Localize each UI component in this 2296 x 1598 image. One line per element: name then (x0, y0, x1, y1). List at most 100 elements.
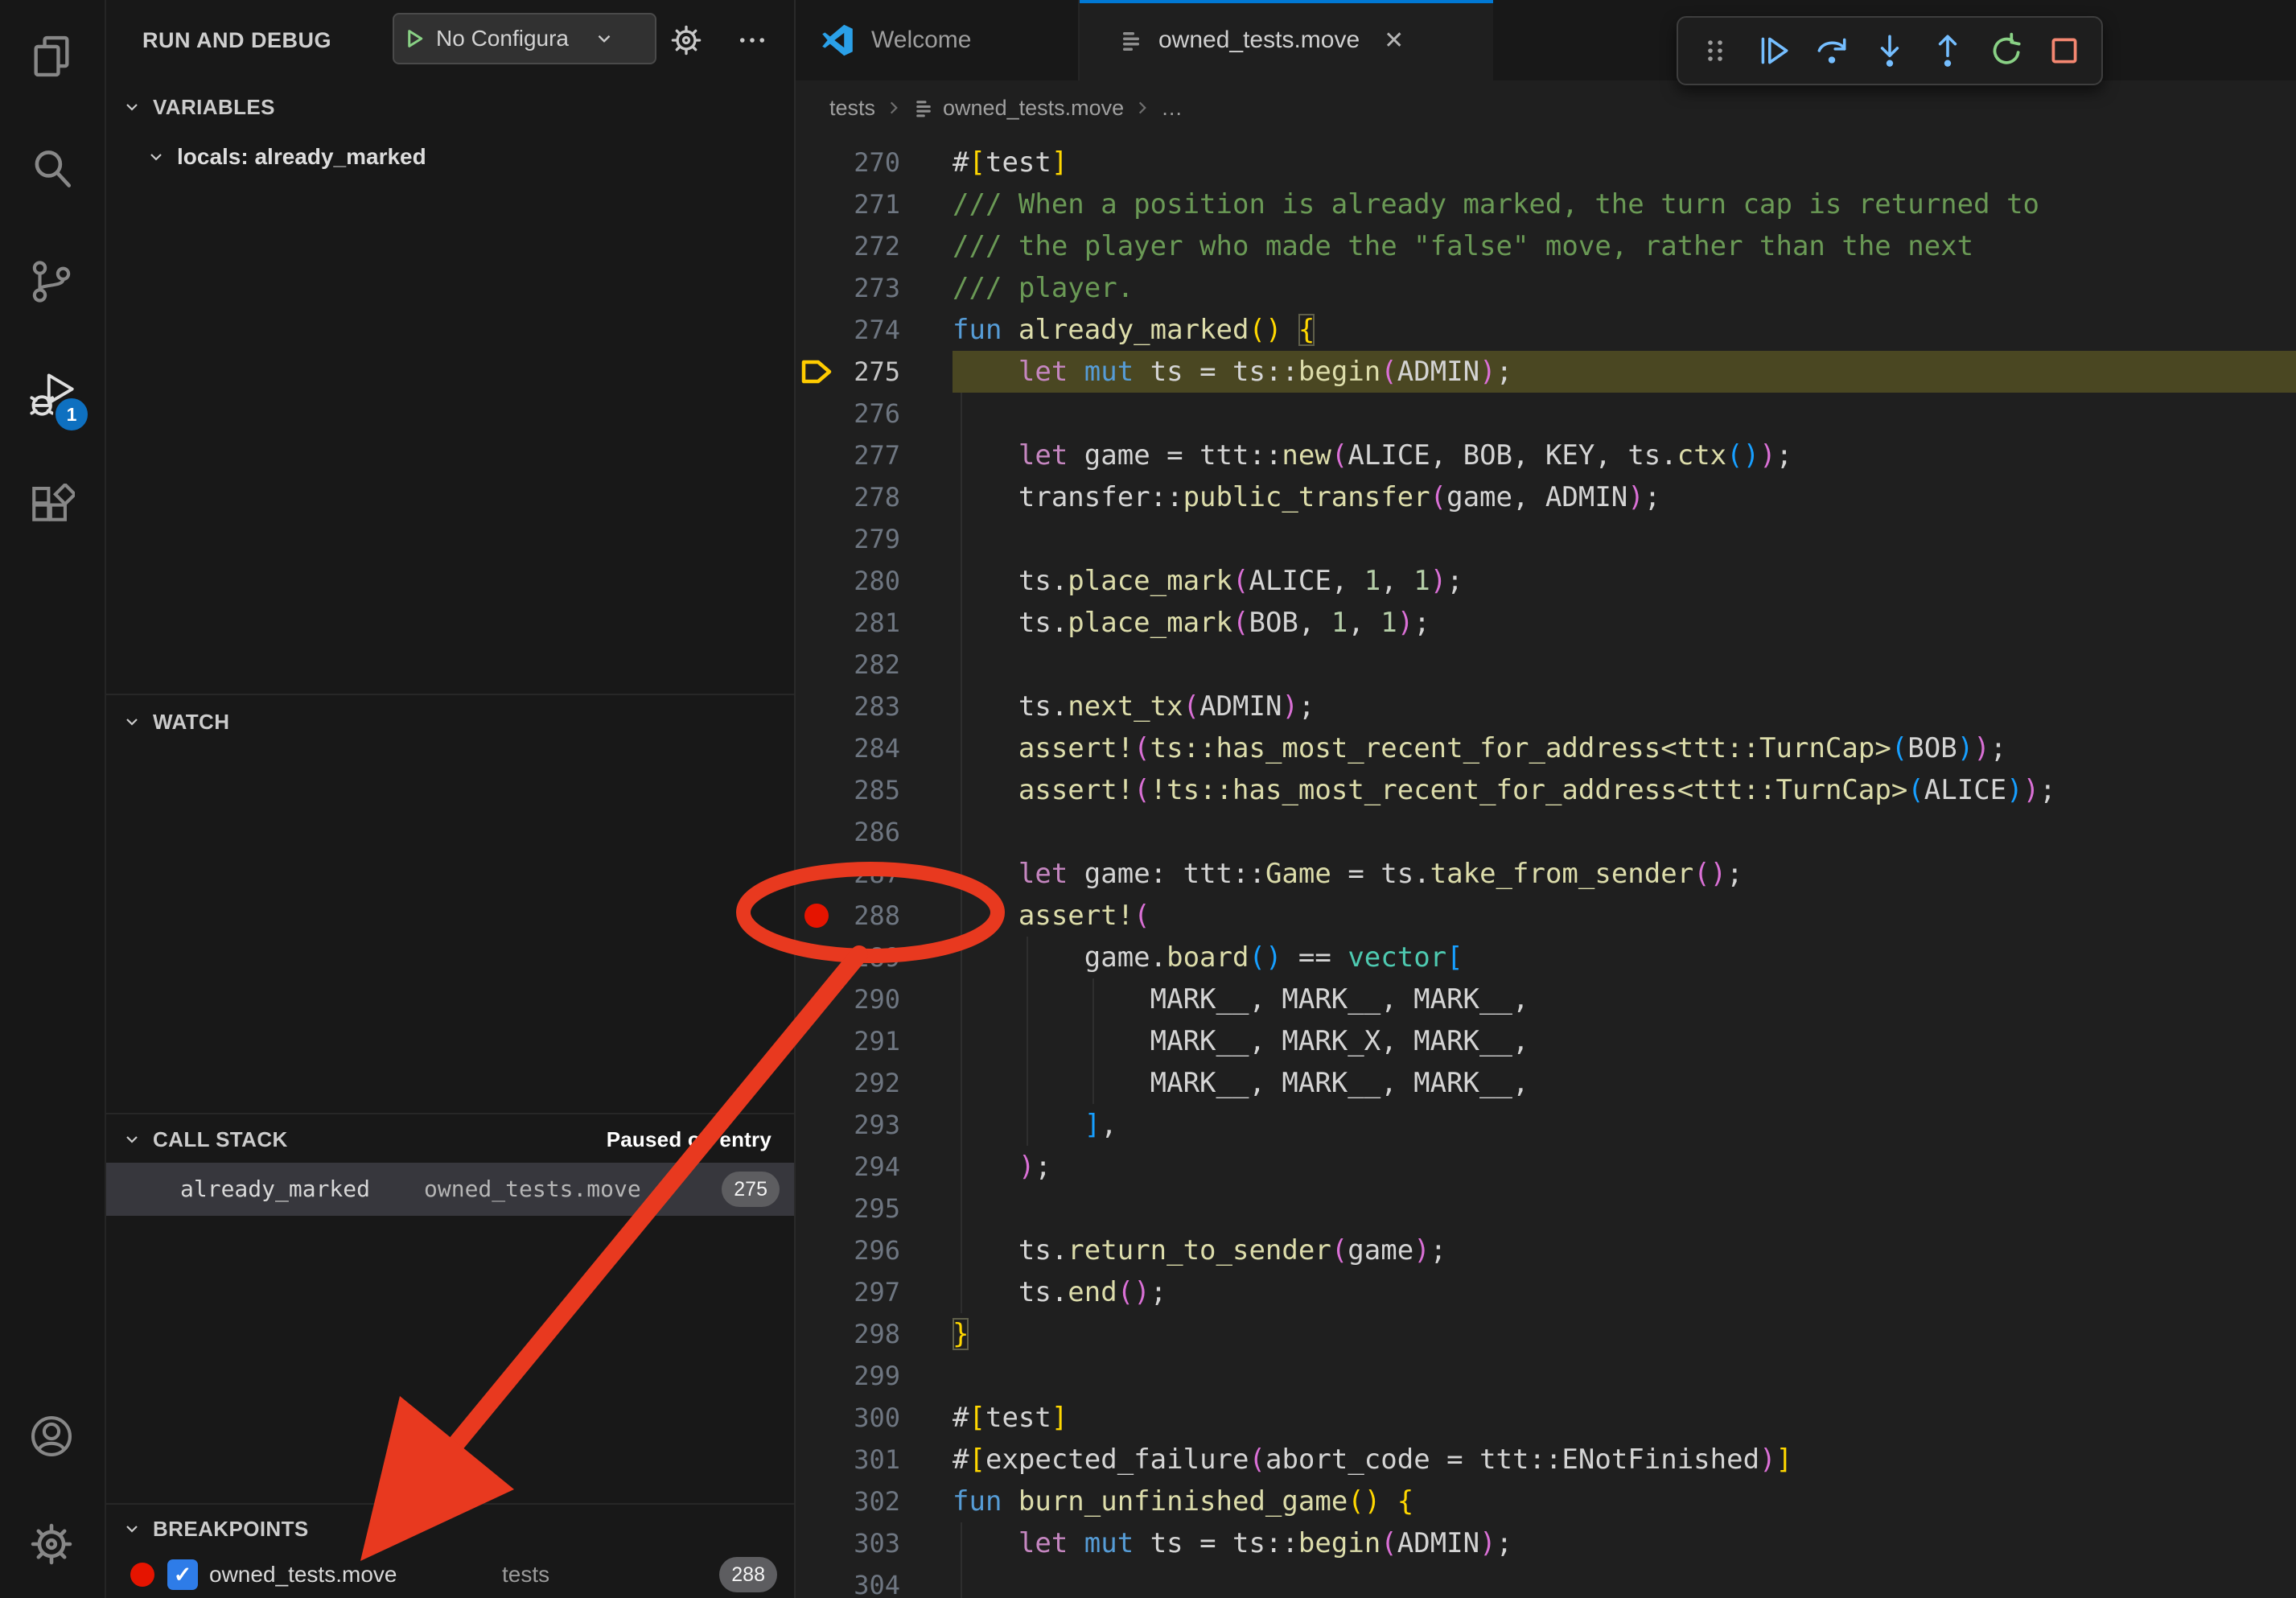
breakpoint-margin[interactable] (796, 393, 840, 435)
line-number[interactable]: 287 (840, 853, 900, 895)
breakpoint-margin[interactable] (796, 1062, 840, 1104)
tab-welcome[interactable]: Welcome (796, 0, 1080, 80)
settings-gear-icon[interactable] (0, 1490, 103, 1598)
line-number[interactable]: 302 (840, 1481, 900, 1522)
breakpoint-margin[interactable] (796, 1355, 840, 1397)
step-into-button[interactable] (1869, 30, 1911, 72)
breakpoint-margin[interactable] (796, 1188, 840, 1229)
line-number[interactable]: 284 (840, 727, 900, 769)
close-icon[interactable]: ✕ (1384, 27, 1404, 55)
code-line-text[interactable]: /// player. (953, 267, 2296, 309)
breakpoint-margin[interactable] (796, 1146, 840, 1188)
line-number[interactable]: 304 (840, 1564, 900, 1598)
code-line-text[interactable]: /// When a position is already marked, t… (953, 183, 2296, 225)
code-line-303[interactable]: 303 let mut ts = ts::begin(ADMIN); (796, 1522, 2296, 1564)
step-over-button[interactable] (1811, 30, 1853, 72)
code-line-text[interactable]: MARK__, MARK__, MARK__, (953, 1062, 2296, 1104)
code-line-302[interactable]: 302 fun burn_unfinished_game() { (796, 1481, 2296, 1522)
line-number[interactable]: 270 (840, 142, 900, 183)
code-line-271[interactable]: 271/// When a position is already marked… (796, 183, 2296, 225)
code-line-292[interactable]: 292 MARK__, MARK__, MARK__, (796, 1062, 2296, 1104)
code-line-text[interactable]: ts.end(); (953, 1271, 2296, 1313)
code-line-297[interactable]: 297 ts.end(); (796, 1271, 2296, 1313)
section-watch[interactable]: WATCH (106, 694, 794, 748)
code-line-text[interactable]: let mut ts = ts::begin(ADMIN); (953, 351, 2296, 393)
extensions-icon[interactable] (0, 451, 103, 563)
variables-scope-row[interactable]: locals: already_marked (106, 134, 794, 180)
breakpoint-margin[interactable] (796, 267, 840, 309)
line-number[interactable]: 283 (840, 686, 900, 727)
source-control-icon[interactable] (0, 225, 103, 338)
breadcrumb-symbol[interactable]: … (1161, 96, 1183, 121)
breakpoint-checkbox[interactable]: ✓ (167, 1559, 198, 1590)
line-number[interactable]: 277 (840, 435, 900, 476)
line-number[interactable]: 289 (840, 937, 900, 978)
code-line-text[interactable] (953, 1355, 2296, 1397)
breadcrumb-file[interactable]: owned_tests.move (943, 96, 1124, 121)
line-number[interactable]: 285 (840, 769, 900, 811)
line-number[interactable]: 275 (840, 351, 900, 393)
section-call-stack[interactable]: CALL STACK Paused on entry (106, 1113, 794, 1164)
stop-button[interactable] (2043, 30, 2085, 72)
breakpoint-margin[interactable] (796, 142, 840, 183)
code-line-289[interactable]: 289 game.board() == vector[ (796, 937, 2296, 978)
code-line-299[interactable]: 299 (796, 1355, 2296, 1397)
breakpoint-margin[interactable] (796, 686, 840, 727)
line-number[interactable]: 294 (840, 1146, 900, 1188)
line-number[interactable]: 286 (840, 811, 900, 853)
line-number[interactable]: 291 (840, 1020, 900, 1062)
breakpoint-margin[interactable] (796, 1522, 840, 1564)
code-line-285[interactable]: 285 assert!(!ts::has_most_recent_for_add… (796, 769, 2296, 811)
line-number[interactable]: 301 (840, 1439, 900, 1481)
line-number[interactable]: 298 (840, 1313, 900, 1355)
drag-handle-icon[interactable] (1694, 30, 1736, 72)
code-line-283[interactable]: 283 ts.next_tx(ADMIN); (796, 686, 2296, 727)
step-out-button[interactable] (1927, 30, 1969, 72)
breakpoint-margin[interactable] (796, 1481, 840, 1522)
code-line-278[interactable]: 278 transfer::public_transfer(game, ADMI… (796, 476, 2296, 518)
breakpoint-margin[interactable] (796, 1271, 840, 1313)
section-breakpoints[interactable]: BREAKPOINTS (106, 1503, 794, 1553)
line-number[interactable]: 279 (840, 518, 900, 560)
breakpoint-margin[interactable] (796, 769, 840, 811)
line-number[interactable]: 276 (840, 393, 900, 435)
breakpoint-margin[interactable] (796, 351, 840, 393)
code-line-text[interactable]: game.board() == vector[ (953, 937, 2296, 978)
section-variables[interactable]: VARIABLES (106, 80, 794, 134)
code-line-272[interactable]: 272/// the player who made the "false" m… (796, 225, 2296, 267)
code-area[interactable]: 270#[test]271/// When a position is alre… (796, 135, 2296, 1598)
code-line-text[interactable]: assert!(!ts::has_most_recent_for_address… (953, 769, 2296, 811)
line-number[interactable]: 297 (840, 1271, 900, 1313)
code-line-279[interactable]: 279 (796, 518, 2296, 560)
code-line-text[interactable]: #[test] (953, 142, 2296, 183)
breakpoint-margin[interactable] (796, 476, 840, 518)
code-line-274[interactable]: 274fun already_marked() { (796, 309, 2296, 351)
code-line-290[interactable]: 290 MARK__, MARK__, MARK__, (796, 978, 2296, 1020)
debug-configuration-dropdown[interactable]: No Configura (393, 13, 656, 64)
code-line-295[interactable]: 295 (796, 1188, 2296, 1229)
code-line-text[interactable]: ts.place_mark(BOB, 1, 1); (953, 602, 2296, 644)
run-debug-icon[interactable]: 1 (0, 338, 103, 451)
continue-button[interactable] (1753, 30, 1795, 72)
line-number[interactable]: 296 (840, 1229, 900, 1271)
code-line-text[interactable]: ], (953, 1104, 2296, 1146)
breadcrumb-folder[interactable]: tests (829, 96, 875, 121)
code-line-text[interactable]: ts.return_to_sender(game); (953, 1229, 2296, 1271)
code-line-300[interactable]: 300#[test] (796, 1397, 2296, 1439)
breakpoint-margin[interactable] (796, 560, 840, 602)
line-number[interactable]: 295 (840, 1188, 900, 1229)
code-line-276[interactable]: 276 (796, 393, 2296, 435)
code-line-281[interactable]: 281 ts.place_mark(BOB, 1, 1); (796, 602, 2296, 644)
explorer-icon[interactable] (0, 0, 103, 113)
code-line-text[interactable]: #[test] (953, 1397, 2296, 1439)
code-line-text[interactable]: fun burn_unfinished_game() { (953, 1481, 2296, 1522)
line-number[interactable]: 274 (840, 309, 900, 351)
code-line-text[interactable]: assert!( (953, 895, 2296, 937)
code-line-text[interactable] (953, 1188, 2296, 1229)
code-line-text[interactable]: /// the player who made the "false" move… (953, 225, 2296, 267)
breakpoint-margin[interactable] (796, 602, 840, 644)
restart-button[interactable] (1985, 30, 2027, 72)
breakpoint-margin[interactable] (796, 811, 840, 853)
code-line-293[interactable]: 293 ], (796, 1104, 2296, 1146)
code-line-282[interactable]: 282 (796, 644, 2296, 686)
